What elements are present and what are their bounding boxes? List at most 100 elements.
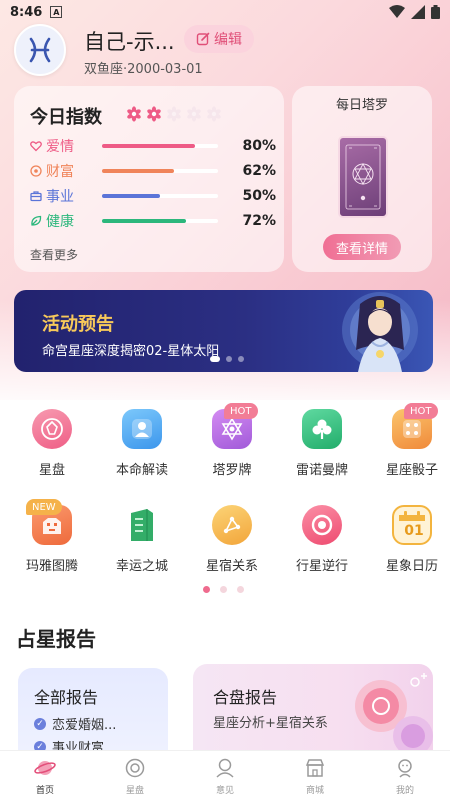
grid-label: 塔罗牌 — [212, 463, 252, 478]
banner-character-illustration — [342, 292, 418, 372]
index-row-career: 事业 50% — [30, 186, 276, 206]
index-label: 健康 — [46, 214, 74, 230]
nav-shop[interactable]: 商城 — [270, 751, 360, 800]
status-indicators — [389, 5, 440, 19]
report-item: ✓ 事业财富... — [34, 737, 116, 750]
grid-item-lenormand[interactable]: 雷诺曼牌 — [274, 403, 364, 483]
daily-tarot-card[interactable]: 每日塔罗 查看详情 — [292, 86, 432, 272]
banner-dot — [226, 356, 232, 362]
grid-pagination — [203, 586, 244, 593]
index-title: 今日指数 — [30, 107, 102, 128]
see-more-link[interactable]: 查看更多 — [30, 246, 78, 263]
nav-feedback[interactable]: 意见 — [180, 751, 270, 800]
planet-ring-icon — [302, 505, 342, 545]
synastry-subtitle: 星座分析+星宿关系 — [213, 716, 328, 731]
nav-astrolabe[interactable]: 星盘 — [90, 751, 180, 800]
status-time: 8:46 — [10, 4, 43, 20]
nav-label: 首页 — [35, 786, 54, 796]
heart-icon — [30, 141, 42, 152]
grid-label: 星宿关系 — [205, 559, 258, 574]
avatar[interactable] — [14, 24, 66, 76]
bottom-navigation: 首页 星盘 意见 商城 我的 — [0, 750, 450, 800]
index-bar-fill — [102, 169, 174, 173]
battery-icon — [431, 5, 440, 19]
all-reports-card[interactable]: 全部报告 ✓ 恋爱婚姻... ✓ 事业财富... — [18, 668, 168, 750]
pisces-icon — [29, 37, 51, 63]
astrolabe-icon — [125, 758, 145, 778]
nav-label: 星盘 — [125, 786, 144, 796]
grid-label: 玛雅图腾 — [25, 559, 78, 574]
hot-badge: HOT — [404, 403, 438, 419]
shop-icon — [305, 759, 325, 777]
report-item-label: 恋爱婚姻... — [52, 718, 117, 733]
index-row-wealth: 财富 62% — [30, 161, 276, 181]
tarot-card-image[interactable] — [338, 136, 388, 218]
grid-label: 本命解读 — [115, 463, 168, 478]
coin-icon — [30, 165, 42, 177]
index-bar — [102, 144, 218, 148]
grid-item-dice[interactable]: HOT 星座骰子 — [364, 403, 450, 483]
check-icon: ✓ — [34, 740, 46, 750]
report-item: ✓ 恋爱婚姻... — [34, 714, 116, 733]
synastry-title: 合盘报告 — [213, 688, 278, 707]
flower-filled-icon — [127, 106, 141, 122]
grid-label: 行星逆行 — [295, 559, 348, 574]
nav-profile[interactable]: 我的 — [360, 751, 450, 800]
signal-icon — [411, 5, 425, 19]
edit-icon — [196, 32, 210, 46]
event-banner[interactable]: 活动预告 命宫星座深度揭密02-星体太阳 — [14, 290, 433, 372]
calendar-day: 01 — [404, 523, 424, 539]
nav-label: 商城 — [305, 786, 324, 796]
user-name: 自己-示... — [84, 30, 175, 54]
banner-dot — [210, 356, 220, 362]
profile-icon — [398, 759, 412, 778]
grid-item-maya-totem[interactable]: NEW 玛雅图腾 — [4, 499, 94, 579]
grid-item-lucky-city[interactable]: 幸运之城 — [94, 499, 184, 579]
index-value: 62% — [242, 163, 276, 179]
grid-item-mansion-relations[interactable]: 星宿关系 — [184, 499, 274, 579]
grid-label: 星座骰子 — [385, 463, 438, 478]
new-badge: NEW — [26, 499, 62, 515]
briefcase-icon — [30, 191, 42, 202]
edit-button[interactable]: 编辑 — [184, 25, 254, 53]
status-bar: 8:46 A — [0, 0, 450, 24]
page-dot — [203, 586, 210, 593]
all-reports-title: 全部报告 — [34, 688, 99, 707]
index-label: 爱情 — [46, 139, 74, 155]
nav-label: 意见 — [215, 786, 234, 796]
index-value: 80% — [242, 138, 276, 154]
nav-label: 我的 — [395, 786, 414, 796]
synastry-report-card[interactable]: 合盘报告 星座分析+星宿关系 — [193, 664, 433, 750]
today-index-card[interactable]: 今日指数 爱情 80% 财富 62% 事业 50% 健康 72% 查看更多 — [14, 86, 284, 272]
flower-empty-icon — [167, 106, 181, 122]
index-bar-fill — [102, 194, 160, 198]
tarot-title: 每日塔罗 — [335, 98, 388, 113]
page-dot — [237, 586, 244, 593]
grid-item-astrolabe[interactable]: 星盘 — [4, 403, 94, 483]
synastry-illustration — [355, 673, 433, 750]
view-details-button[interactable]: 查看详情 — [323, 234, 401, 260]
grid-item-tarot[interactable]: HOT 塔罗牌 — [184, 403, 274, 483]
index-value: 50% — [242, 188, 276, 204]
nav-home[interactable]: 首页 — [0, 751, 90, 800]
banner-pagination — [210, 356, 244, 362]
index-bar — [102, 219, 218, 223]
wifi-icon — [389, 5, 405, 18]
grid-label: 幸运之城 — [115, 559, 168, 574]
tarot-emblem-icon — [345, 144, 381, 210]
grid-item-retrograde[interactable]: 行星逆行 — [274, 499, 364, 579]
clover-icon — [302, 409, 342, 449]
index-label: 事业 — [46, 189, 74, 205]
flower-filled-icon — [147, 106, 161, 122]
banner-title: 活动预告 — [42, 314, 114, 335]
index-bar — [102, 169, 218, 173]
grid-item-astro-calendar[interactable]: 01 星象日历 — [364, 499, 450, 579]
banner-subtitle: 命宫星座深度揭密02-星体太阳 — [42, 344, 220, 359]
index-bar — [102, 194, 218, 198]
grid-item-natal-reading[interactable]: 本命解读 — [94, 403, 184, 483]
edit-label: 编辑 — [214, 32, 242, 48]
index-bar-fill — [102, 144, 195, 148]
report-item-label: 事业财富... — [52, 741, 117, 750]
grid-label: 星盘 — [38, 463, 65, 478]
index-row-health: 健康 72% — [30, 211, 276, 231]
